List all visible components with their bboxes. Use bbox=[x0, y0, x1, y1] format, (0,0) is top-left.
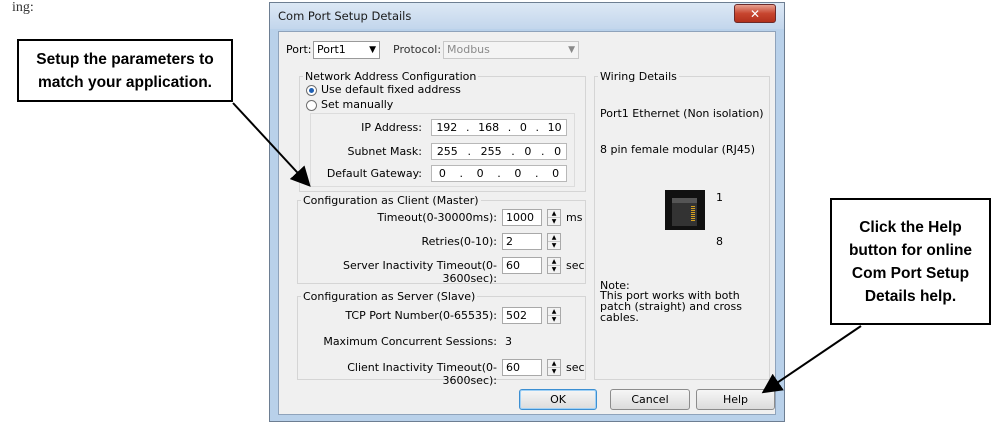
callout-arrows bbox=[232, 102, 862, 394]
arrow-to-help bbox=[761, 325, 862, 394]
arrow-to-parameters bbox=[232, 102, 311, 187]
